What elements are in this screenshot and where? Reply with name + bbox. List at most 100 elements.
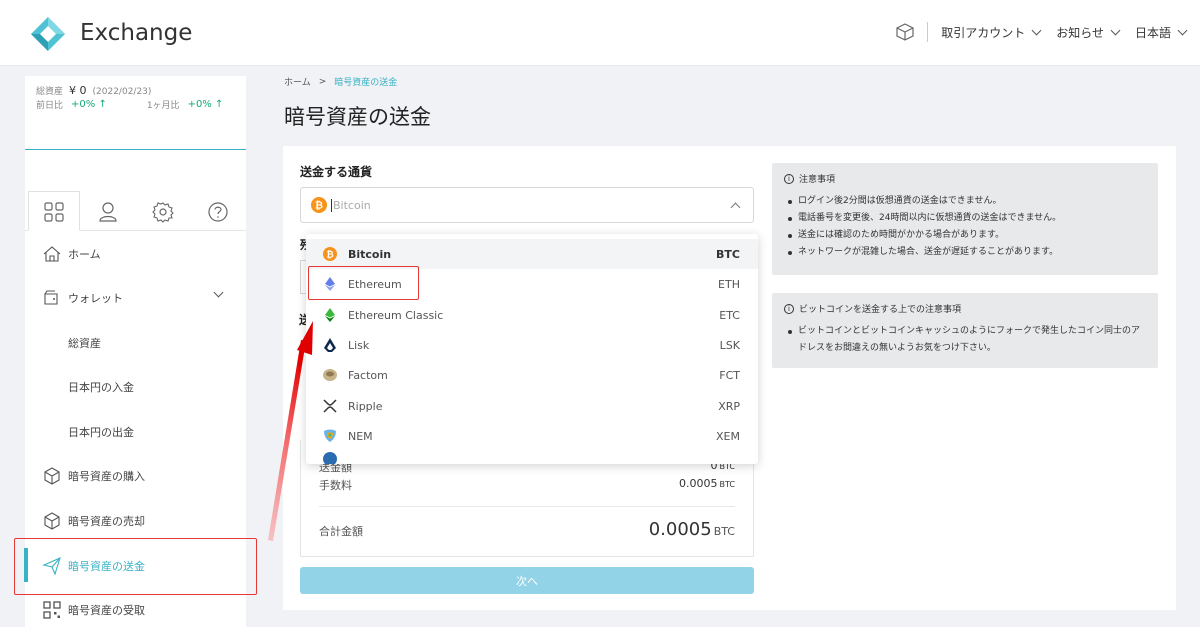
currency-option-lisk[interactable]: Lisk LSK: [306, 330, 758, 360]
total-unit: BTC: [713, 525, 735, 538]
currency-select[interactable]: ₿ Bitcoin: [300, 187, 754, 223]
notice-box-general: i 注意事項 ログイン後2分間は仮想通貨の送金はできません。 電話番号を変更後、…: [772, 163, 1158, 275]
total-assets-value: ¥ 0: [69, 84, 87, 97]
cube-icon[interactable]: [895, 22, 915, 42]
bitcoin-icon: ₿: [311, 197, 327, 213]
asset-summary: 総資産 ¥ 0 (2022/02/23) 前日比 +0% ↑ 1ヶ月比 +0% …: [25, 76, 246, 150]
wallet-icon: [44, 290, 58, 305]
day-change-text: +0%: [71, 99, 96, 110]
total-number: 0.0005: [648, 519, 712, 540]
currency-option-code: LSK: [719, 338, 740, 352]
currency-option-ethereum-classic[interactable]: Ethereum Classic ETC: [306, 300, 758, 330]
currency-option-name: Factom: [348, 368, 388, 382]
lisk-icon: [323, 338, 337, 352]
currency-option-bitcoin[interactable]: ₿ Bitcoin BTC: [306, 239, 758, 269]
sidebar-item-home[interactable]: ホーム: [25, 232, 246, 276]
currency-option-code: ETC: [719, 308, 740, 322]
fee-label: 手数料: [319, 479, 352, 492]
sidebar-item-jpy-deposit[interactable]: 日本円の入金: [25, 365, 246, 409]
user-icon[interactable]: [97, 201, 119, 223]
sidebar-item-label: 日本円の出金: [68, 426, 134, 439]
svg-text:₿: ₿: [326, 250, 333, 261]
notice-title: i 注意事項: [784, 172, 835, 185]
notice-box-bitcoin: i ビットコインを送金する上での注意事項 ビットコインとビットコインキャッシュの…: [772, 293, 1158, 368]
notice-item: ログイン後2分間は仮想通貨の送金はできません。: [788, 193, 1148, 210]
info-icon: i: [784, 173, 794, 184]
sidebar-item-jpy-withdraw[interactable]: 日本円の出金: [25, 410, 246, 454]
notice-title-text: 注意事項: [799, 175, 836, 185]
currency-option-name: Bitcoin: [348, 247, 392, 261]
account-menu-label: 取引アカウント: [941, 25, 1026, 40]
sidebar-item-label: 暗号資産の受取: [68, 604, 145, 617]
page-title: 暗号資産の送金: [284, 105, 431, 129]
sidebar-item-buy-crypto[interactable]: 暗号資産の購入: [25, 454, 246, 498]
ethereum-highlight-box: [308, 266, 419, 300]
account-menu[interactable]: 取引アカウント: [941, 24, 1042, 41]
month-change-text: +0%: [187, 99, 212, 110]
currency-option-factom[interactable]: Factom FCT: [306, 360, 758, 390]
next-button[interactable]: 次へ: [300, 567, 754, 594]
fee-unit: BTC: [719, 480, 736, 489]
currency-option-code: XEM: [716, 429, 740, 443]
notice-item: ネットワークが混雑した場合、送金が遅延することがあります。: [788, 244, 1148, 261]
total-label: 合計金額: [319, 525, 363, 538]
chevron-down-icon: [1177, 25, 1188, 35]
home-icon: [43, 246, 61, 262]
sidebar-tabbar: [25, 191, 246, 231]
sidebar-item-label: 暗号資産の売却: [68, 515, 145, 528]
nem-icon: [323, 429, 337, 443]
total-row: 合計金額 0.0005 BTC: [319, 519, 735, 540]
info-icon: i: [784, 303, 794, 314]
sidebar-item-sell-crypto[interactable]: 暗号資産の売却: [25, 499, 246, 543]
svg-text:₿: ₿: [315, 200, 323, 212]
summary-divider: [319, 506, 735, 507]
currency-option-name: Ethereum Classic: [348, 308, 444, 322]
gear-icon[interactable]: [152, 201, 174, 223]
fee-number: 0.0005: [679, 477, 718, 490]
breadcrumb-current: 暗号資産の送金: [334, 78, 398, 88]
send-crypto-highlight-box: [14, 538, 257, 595]
total-assets-label: 総資産: [36, 87, 64, 97]
currency-option-code: XRP: [718, 399, 740, 413]
header-divider: [927, 22, 929, 42]
notifications-menu[interactable]: お知らせ: [1056, 24, 1121, 41]
help-icon[interactable]: [207, 201, 229, 223]
cube-icon: [44, 512, 60, 530]
notice-item: 送金には確認のため時間がかかる場合があります。: [788, 227, 1148, 244]
day-change-label: 前日比: [36, 101, 64, 111]
ripple-icon: [323, 399, 337, 413]
breadcrumb-home[interactable]: ホーム: [284, 75, 311, 88]
currency-option-ripple[interactable]: Ripple XRP: [306, 391, 758, 421]
asset-total-row: 総資産 ¥ 0 (2022/02/23): [36, 84, 151, 97]
exchange-logo-icon[interactable]: [30, 16, 66, 52]
notice-item: 電話番号を変更後、24時間以内に仮想通貨の送金はできません。: [788, 210, 1148, 227]
day-change-value: +0% ↑: [71, 99, 107, 110]
total-value: 0.0005 BTC: [649, 519, 735, 540]
qr-code-icon: [43, 601, 61, 619]
sidebar-item-label: ウォレット: [68, 292, 123, 305]
fee-row: 手数料 0.0005 BTC: [319, 477, 735, 493]
app-name[interactable]: Exchange: [80, 20, 192, 46]
grid-icon[interactable]: [43, 201, 65, 223]
sidebar-item-total-assets[interactable]: 総資産: [25, 321, 246, 365]
notifications-menu-label: お知らせ: [1056, 25, 1104, 40]
assets-date: (2022/02/23): [92, 87, 152, 97]
top-header: Exchange 取引アカウント お知らせ 日本語: [0, 0, 1200, 66]
cube-icon: [44, 467, 60, 485]
language-menu[interactable]: 日本語: [1135, 24, 1188, 41]
chevron-up-icon: [730, 202, 741, 213]
bitcoin-icon: ₿: [323, 247, 337, 261]
notice-list: ログイン後2分間は仮想通貨の送金はできません。 電話番号を変更後、24時間以内に…: [788, 193, 1148, 261]
breadcrumb-separator: >: [318, 76, 327, 87]
currency-field-label: 送金する通貨: [300, 165, 373, 179]
currency-option-code: ETH: [718, 277, 740, 291]
currency-option-code: FCT: [719, 368, 740, 382]
header-menu: 取引アカウント お知らせ 日本語: [895, 22, 1188, 42]
currency-option-name: Lisk: [348, 338, 370, 352]
breadcrumb: ホーム > 暗号資産の送金: [284, 75, 398, 89]
currency-option-nem[interactable]: NEM XEM: [306, 421, 758, 451]
currency-option-partial[interactable]: [306, 452, 758, 464]
fee-value: 0.0005 BTC: [679, 477, 735, 493]
chevron-down-icon: [1110, 25, 1121, 35]
sidebar-item-wallet[interactable]: ウォレット: [25, 276, 246, 320]
